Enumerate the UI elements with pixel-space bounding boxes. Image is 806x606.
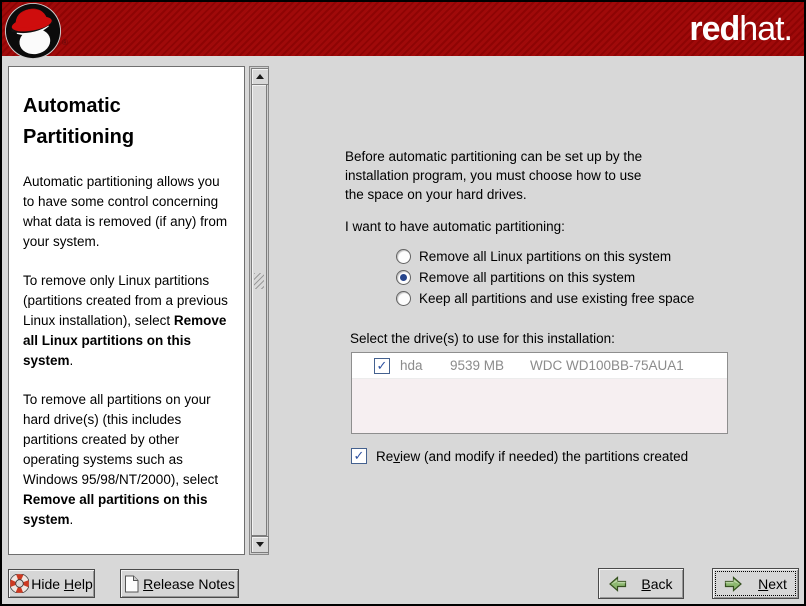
arrow-right-icon xyxy=(724,576,742,592)
hide-help-button[interactable]: Hide Help xyxy=(8,569,95,598)
scroll-down-button[interactable] xyxy=(251,536,269,553)
brand-hat: hat xyxy=(739,10,783,48)
radio-option[interactable]: Remove all Linux partitions on this syst… xyxy=(396,246,694,267)
review-label: Review (and modify if needed) the partit… xyxy=(376,449,688,464)
release-notes-button[interactable]: Release Notes xyxy=(120,569,239,598)
trademark-symbol: ® xyxy=(62,38,68,47)
next-label: Next xyxy=(758,576,787,592)
header-banner: redhat. xyxy=(2,2,804,56)
drive-select-label: Select the drive(s) to use for this inst… xyxy=(350,331,615,346)
redhat-wordmark: redhat. xyxy=(689,9,792,49)
drive-name: hda xyxy=(400,358,438,373)
help-panel: Automatic Partitioning Automatic partiti… xyxy=(8,66,245,555)
back-button[interactable]: Back xyxy=(598,568,684,599)
radio-option-label: Remove all Linux partitions on this syst… xyxy=(419,249,671,264)
radio-selected-icon[interactable] xyxy=(396,270,411,285)
radio-option[interactable]: Remove all partitions on this system xyxy=(396,267,694,288)
radio-unselected-icon[interactable] xyxy=(396,291,411,306)
installer-window: redhat. ® Automatic Partitioning Automat… xyxy=(0,0,806,606)
radio-option[interactable]: Keep all partitions and use existing fre… xyxy=(396,288,694,309)
help-title: Automatic Partitioning xyxy=(23,91,230,153)
next-button[interactable]: Next xyxy=(712,568,799,599)
life-preserver-icon xyxy=(10,574,29,593)
drive-list[interactable]: ✓ hda 9539 MB WDC WD100BB-75AUA1 xyxy=(351,352,728,434)
radio-option-label: Keep all partitions and use existing fre… xyxy=(419,291,694,306)
release-notes-label: Release Notes xyxy=(143,576,235,592)
arrow-left-icon xyxy=(609,576,627,592)
help-text: Automatic partitioning allows you to hav… xyxy=(23,172,230,530)
back-label: Back xyxy=(641,576,672,592)
triangle-down-icon xyxy=(256,542,264,547)
triangle-up-icon xyxy=(256,74,264,79)
partitioning-question-label: I want to have automatic partitioning: xyxy=(345,219,565,234)
scroll-up-button[interactable] xyxy=(251,68,269,85)
drive-row[interactable]: ✓ hda 9539 MB WDC WD100BB-75AUA1 xyxy=(352,353,727,379)
help-paragraph: Automatic partitioning allows you to hav… xyxy=(23,172,230,252)
drive-model: WDC WD100BB-75AUA1 xyxy=(530,358,684,373)
partitioning-options: Remove all Linux partitions on this syst… xyxy=(396,246,694,309)
help-scrollbar[interactable] xyxy=(249,66,269,555)
scrollbar-grip-icon xyxy=(254,273,264,289)
scrollbar-thumb[interactable] xyxy=(251,84,267,536)
help-paragraph: To remove all partitions on your hard dr… xyxy=(23,390,230,530)
radio-option-label: Remove all partitions on this system xyxy=(419,270,635,285)
help-paragraph: To remove only Linux partitions (partiti… xyxy=(23,271,230,371)
drive-checkbox[interactable]: ✓ xyxy=(374,358,390,374)
radio-unselected-icon[interactable] xyxy=(396,249,411,264)
document-icon xyxy=(124,575,139,593)
redhat-shadowman-logo-icon xyxy=(4,2,62,60)
hide-help-label: Hide Help xyxy=(31,576,93,592)
review-option[interactable]: ✓ Review (and modify if needed) the part… xyxy=(351,448,688,464)
drive-size: 9539 MB xyxy=(450,358,522,373)
brand-dot: . xyxy=(784,10,792,48)
brand-red: red xyxy=(689,10,739,48)
review-checkbox[interactable]: ✓ xyxy=(351,448,367,464)
intro-text: Before automatic partitioning can be set… xyxy=(345,147,642,204)
